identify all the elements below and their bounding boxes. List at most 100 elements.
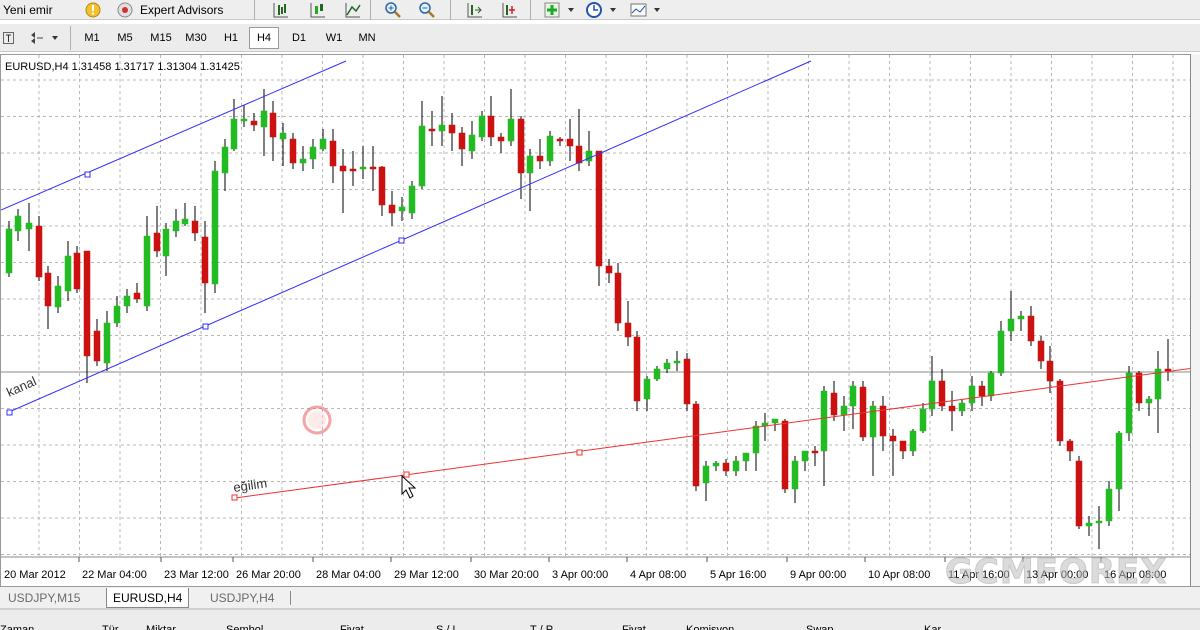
periods-button[interactable] [582, 0, 620, 20]
zoom-in-button[interactable] [380, 0, 406, 20]
chart-canvas[interactable]: kanal eğilim 20 Mar 2012 22 Mar 04:00 23 M… [1, 55, 1191, 587]
zoom-out-button[interactable] [414, 0, 440, 20]
chart-tab[interactable]: USDJPY,M15 [2, 588, 86, 608]
bar-chart-button[interactable] [268, 0, 294, 20]
terminal-column-header[interactable]: Miktar [146, 624, 176, 630]
candlestick-button[interactable] [305, 0, 331, 20]
timeframe-h1-button[interactable]: H1 [216, 27, 246, 49]
time-label: 13 Apr 00:00 [1026, 569, 1088, 581]
templates-icon [630, 3, 647, 17]
indicators-plus-icon [544, 2, 560, 18]
click-indicator-inner [308, 411, 326, 429]
line-chart-button[interactable] [340, 0, 366, 20]
chart-tab[interactable]: USDJPY,H4 [204, 588, 280, 608]
expert-advisors-button[interactable]: Expert Advisors [113, 0, 226, 20]
bull-candle [211, 161, 219, 293]
bull-candle [968, 376, 976, 411]
bear-candle [250, 113, 258, 131]
bear-candle [329, 129, 337, 183]
bull-candle [64, 241, 72, 301]
auto-scroll-button[interactable] [462, 0, 488, 20]
ea-warning-button[interactable] [80, 0, 106, 20]
time-label: 20 Mar 2012 [4, 569, 66, 581]
candlestick-icon [310, 3, 325, 18]
new-order-button[interactable]: Yeni emir [0, 0, 56, 20]
timeframe-m30-button[interactable]: M30 [181, 27, 211, 49]
timeframe-mn-button[interactable]: MN [352, 27, 382, 49]
bear-candle [349, 151, 357, 186]
bear-candle [1056, 379, 1064, 446]
bull-candle [113, 296, 121, 327]
bear-candle [830, 381, 838, 421]
bull-candle [585, 131, 593, 166]
expert-advisors-label: Expert Advisors [140, 3, 224, 17]
bull-candle [25, 203, 33, 251]
chart-tab[interactable]: EURUSD,H4 [106, 588, 190, 608]
toolbar-separator [254, 0, 255, 20]
terminal-column-header[interactable]: Komisyon [686, 624, 734, 630]
timeframe-m1-button[interactable]: M1 [77, 27, 107, 49]
bull-candle [299, 146, 307, 171]
timeframe-w1-button[interactable]: W1 [319, 27, 349, 49]
bull-candle [408, 181, 416, 219]
terminal-column-header[interactable]: Fiyat [622, 624, 646, 630]
time-label: 9 Apr 00:00 [790, 569, 846, 581]
bear-candle [781, 419, 789, 493]
bull-candle [221, 139, 229, 191]
terminal-column-header[interactable]: Swap [806, 624, 834, 630]
expert-advisors-icon [117, 2, 133, 18]
bull-candle [958, 399, 966, 416]
arrows-tool-button[interactable] [26, 28, 62, 48]
chart-shift-button[interactable] [497, 0, 523, 20]
bull-candle [663, 359, 671, 373]
price-chart[interactable]: kanal eğilim 20 Mar 2012 22 Mar 04:00 23 M… [0, 54, 1191, 587]
templates-button[interactable] [626, 0, 664, 20]
bear-candle [948, 391, 956, 431]
terminal-column-header[interactable]: Tür [102, 624, 119, 630]
bull-candle [928, 356, 936, 416]
bear-candle [339, 149, 347, 213]
bull-candle [742, 452, 750, 471]
trend-anchor-point [403, 471, 410, 478]
time-label: 16 Apr 08:00 [1104, 569, 1166, 581]
terminal-column-header[interactable]: T / P [530, 624, 553, 630]
text-tool-button[interactable] [0, 28, 18, 48]
bull-candle [260, 89, 268, 156]
zoom-in-icon [385, 2, 401, 18]
terminal-column-header[interactable]: Fiyat [340, 624, 364, 630]
bear-candle [889, 429, 897, 476]
terminal-column-header[interactable]: S / L [436, 624, 459, 630]
time-label: 4 Apr 08:00 [630, 569, 686, 581]
bear-candle [448, 113, 456, 151]
time-label: 29 Mar 12:00 [394, 569, 459, 581]
trend-label: eğilim [232, 475, 268, 495]
price-scale-edge[interactable] [1190, 54, 1200, 586]
timeframe-toolbar [0, 24, 1200, 52]
trend-line [234, 367, 1191, 499]
terminal-column-header[interactable]: Zaman [0, 624, 34, 630]
text-tool-icon [3, 32, 14, 44]
bear-candle [44, 266, 52, 329]
new-order-label: Yeni emir [3, 3, 53, 17]
bull-candle [54, 276, 62, 313]
terminal-column-header[interactable]: Sembol [226, 624, 263, 630]
terminal-column-header[interactable]: Kar [924, 624, 941, 630]
terminal-panel: Zaman Tür Miktar Sembol Fiyat S / L T / P Fiyat… [0, 608, 1200, 630]
warning-icon [85, 2, 101, 18]
indicators-button[interactable] [540, 0, 578, 20]
bull-candle [643, 376, 651, 411]
bear-candle [133, 283, 141, 303]
time-label: 10 Apr 08:00 [868, 569, 930, 581]
bull-candle [1115, 431, 1123, 511]
bear-candle [1164, 339, 1172, 381]
timeframe-h4-button[interactable]: H4 [249, 27, 279, 49]
bull-candle [653, 366, 661, 381]
timeframe-m15-button[interactable]: M15 [146, 27, 176, 49]
bull-candle [1145, 396, 1153, 416]
bear-candle [633, 331, 641, 411]
time-label: 22 Mar 04:00 [82, 569, 147, 581]
chart-grid [1, 55, 1191, 558]
timeframe-m5-button[interactable]: M5 [110, 27, 140, 49]
timeframe-d1-button[interactable]: D1 [284, 27, 314, 49]
bear-candle [378, 166, 386, 216]
